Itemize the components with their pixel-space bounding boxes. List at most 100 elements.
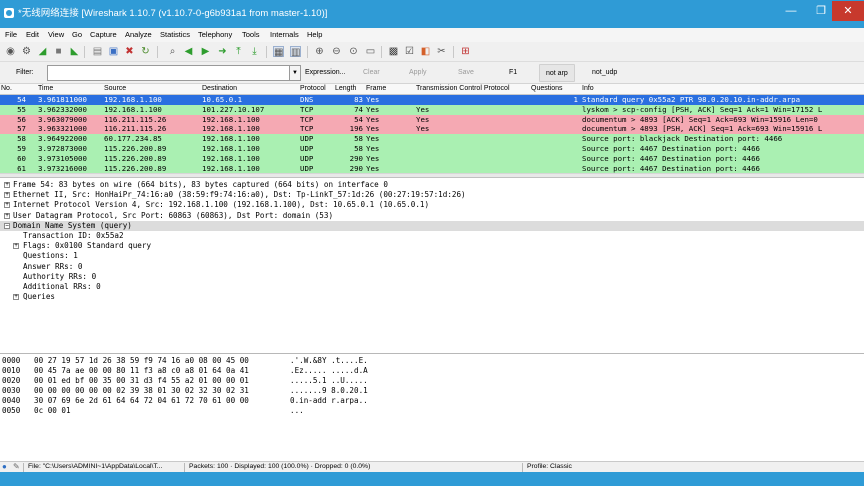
find-packet-icon[interactable]: ⌕ [167, 46, 178, 57]
tree-item-queries[interactable]: + Queries [0, 292, 864, 302]
menu-help[interactable]: Help [307, 30, 322, 39]
close-button[interactable]: ✕ [832, 1, 864, 21]
expand-icon[interactable]: + [4, 182, 10, 188]
open-file-icon[interactable]: ▤ [92, 46, 103, 57]
apply-button[interactable]: Apply [409, 69, 427, 76]
minimize-button[interactable]: — [778, 1, 804, 21]
close-file-icon[interactable]: ✖ [124, 46, 135, 57]
normal-size-icon[interactable]: ⊙ [348, 46, 359, 57]
packet-row[interactable]: 55 3.962332000 192.168.1.100 101.227.10.… [0, 104, 864, 115]
tree-item-frame[interactable]: + Frame 54: 83 bytes on wire (664 bits),… [0, 180, 864, 190]
go-to-packet-icon[interactable]: ➜ [217, 46, 228, 57]
start-capture-icon[interactable]: ◢ [37, 46, 48, 57]
capture-options-icon[interactable]: ⚙ [21, 46, 32, 57]
coloring-rules-icon[interactable]: ◧ [420, 46, 431, 57]
packet-info: Source port: 4467 Destination port: 4466 [582, 163, 760, 173]
auto-scroll-icon[interactable]: ▥ [290, 46, 301, 58]
packet-row[interactable]: 59 3.972873000 115.226.200.89 192.168.1.… [0, 144, 864, 154]
hex-dump-pane[interactable]: 0000 00 27 19 57 1d 26 38 59 f9 74 16 a0… [0, 353, 864, 461]
tree-item-udp[interactable]: + User Datagram Protocol, Src Port: 6086… [0, 211, 864, 221]
menu-edit[interactable]: Edit [26, 30, 39, 39]
menu-statistics[interactable]: Statistics [160, 30, 190, 39]
menu-go[interactable]: Go [72, 30, 82, 39]
not-arp-filter-button[interactable]: not arp [539, 64, 575, 82]
expand-icon[interactable]: + [4, 212, 10, 219]
menu-telephony[interactable]: Telephony [198, 30, 232, 39]
hex-ascii: ... [290, 406, 304, 415]
menu-view[interactable]: View [48, 30, 64, 39]
save-filter-button[interactable]: Save [458, 69, 474, 76]
column-header-source[interactable]: Source [104, 85, 126, 92]
column-header-protocol[interactable]: Protocol [300, 85, 326, 92]
packet-length: 54 [354, 114, 363, 124]
column-header-time[interactable]: Time [38, 85, 53, 92]
tree-item-answer-rrs[interactable]: Answer RRs: 0 [0, 262, 864, 272]
preferences-icon[interactable]: ✂ [436, 46, 447, 57]
packet-no: 55 [17, 104, 26, 114]
packet-info: Source port: 4467 Destination port: 4466 [582, 153, 760, 163]
tree-item-questions[interactable]: Questions: 1 [0, 251, 864, 261]
interfaces-icon[interactable]: ◉ [5, 46, 16, 57]
tree-item-transaction-id[interactable]: Transaction ID: 0x55a2 [0, 231, 864, 241]
tree-item-dns[interactable]: − Domain Name System (query) [0, 220, 864, 231]
column-header-no[interactable]: No. [1, 85, 12, 92]
packet-row[interactable]: 58 3.964922000 60.177.234.85 192.168.1.1… [0, 134, 864, 144]
column-header-info[interactable]: Info [582, 85, 594, 92]
go-forward-icon[interactable]: ▶ [200, 46, 211, 57]
packet-list[interactable]: 54 3.961811000 192.168.1.100 10.65.0.1 D… [0, 95, 864, 173]
packet-row[interactable]: 54 3.961811000 192.168.1.100 10.65.0.1 D… [0, 95, 864, 105]
expand-icon[interactable]: + [4, 192, 10, 199]
expression-button[interactable]: Expression... [305, 69, 345, 76]
collapse-icon[interactable]: − [4, 222, 10, 229]
tree-item-additional-rrs[interactable]: Additional RRs: 0 [0, 282, 864, 292]
menu-internals[interactable]: Internals [270, 30, 299, 39]
packet-list-header: No. Time Source Destination Protocol Len… [0, 84, 864, 95]
save-file-icon[interactable]: ▣ [108, 46, 119, 57]
packet-row[interactable]: 57 3.963321000 116.211.115.26 192.168.1.… [0, 124, 864, 135]
packet-row[interactable]: 60 3.973105000 115.226.200.89 192.168.1.… [0, 153, 864, 164]
tree-item-ethernet[interactable]: + Ethernet II, Src: HonHaiPr_74:16:a0 (3… [0, 190, 864, 200]
zoom-in-icon[interactable]: ⊕ [314, 46, 325, 57]
expand-icon[interactable]: + [4, 202, 10, 209]
tree-item-ipv4[interactable]: + Internet Protocol Version 4, Src: 192.… [0, 200, 864, 210]
menu-analyze[interactable]: Analyze [125, 30, 152, 39]
packet-source: 60.177.234.85 [104, 134, 162, 144]
clear-button[interactable]: Clear [363, 69, 380, 76]
column-header-questions[interactable]: Questions [531, 85, 563, 92]
tree-item-flags[interactable]: + Flags: 0x0100 Standard query [0, 241, 864, 251]
status-profile[interactable]: Profile: Classic [527, 463, 572, 470]
display-filter-input[interactable] [47, 65, 290, 81]
column-header-tcp[interactable]: Transmission Control Protocol [416, 85, 510, 92]
maximize-button[interactable]: ❐ [808, 1, 834, 21]
resize-columns-icon[interactable]: ▭ [365, 46, 376, 57]
menu-file[interactable]: File [5, 30, 17, 39]
menu-tools[interactable]: Tools [242, 30, 260, 39]
reload-icon[interactable]: ↻ [140, 46, 151, 57]
packet-row[interactable]: 61 3.973216000 115.226.200.89 192.168.1.… [0, 163, 864, 173]
capture-filters-icon[interactable]: ▩ [388, 46, 399, 57]
display-filters-icon[interactable]: ☑ [404, 46, 415, 57]
help-icon[interactable]: ⊞ [460, 46, 471, 57]
expand-icon[interactable]: + [13, 243, 19, 250]
go-back-icon[interactable]: ◀ [183, 46, 194, 57]
colorize-icon[interactable]: ▦ [273, 46, 284, 58]
packet-details-tree[interactable]: + Frame 54: 83 bytes on wire (664 bits),… [0, 177, 864, 353]
zoom-out-icon[interactable]: ⊖ [331, 46, 342, 57]
packet-row[interactable]: 56 3.963079000 116.211.115.26 192.168.1.… [0, 114, 864, 125]
tree-item-authority-rrs[interactable]: Authority RRs: 0 [0, 272, 864, 282]
f1-filter-button[interactable]: F1 [509, 69, 517, 76]
expand-icon[interactable]: + [13, 294, 19, 301]
stop-capture-icon[interactable]: ■ [53, 46, 64, 57]
column-header-destination[interactable]: Destination [202, 85, 237, 92]
not-udp-filter-button[interactable]: not_udp [592, 69, 617, 76]
column-header-frame[interactable]: Frame [366, 85, 386, 92]
packet-source: 192.168.1.100 [104, 104, 162, 114]
last-packet-icon[interactable]: ⤓ [249, 46, 260, 57]
column-header-length[interactable]: Length [335, 85, 356, 92]
expert-info-icon[interactable]: ● [2, 462, 7, 471]
restart-capture-icon[interactable]: ◣ [69, 46, 80, 57]
first-packet-icon[interactable]: ⤒ [233, 46, 244, 57]
filter-dropdown-arrow[interactable]: ▼ [289, 65, 301, 81]
menu-capture[interactable]: Capture [90, 30, 117, 39]
capture-comments-icon[interactable]: ✎ [13, 462, 20, 471]
